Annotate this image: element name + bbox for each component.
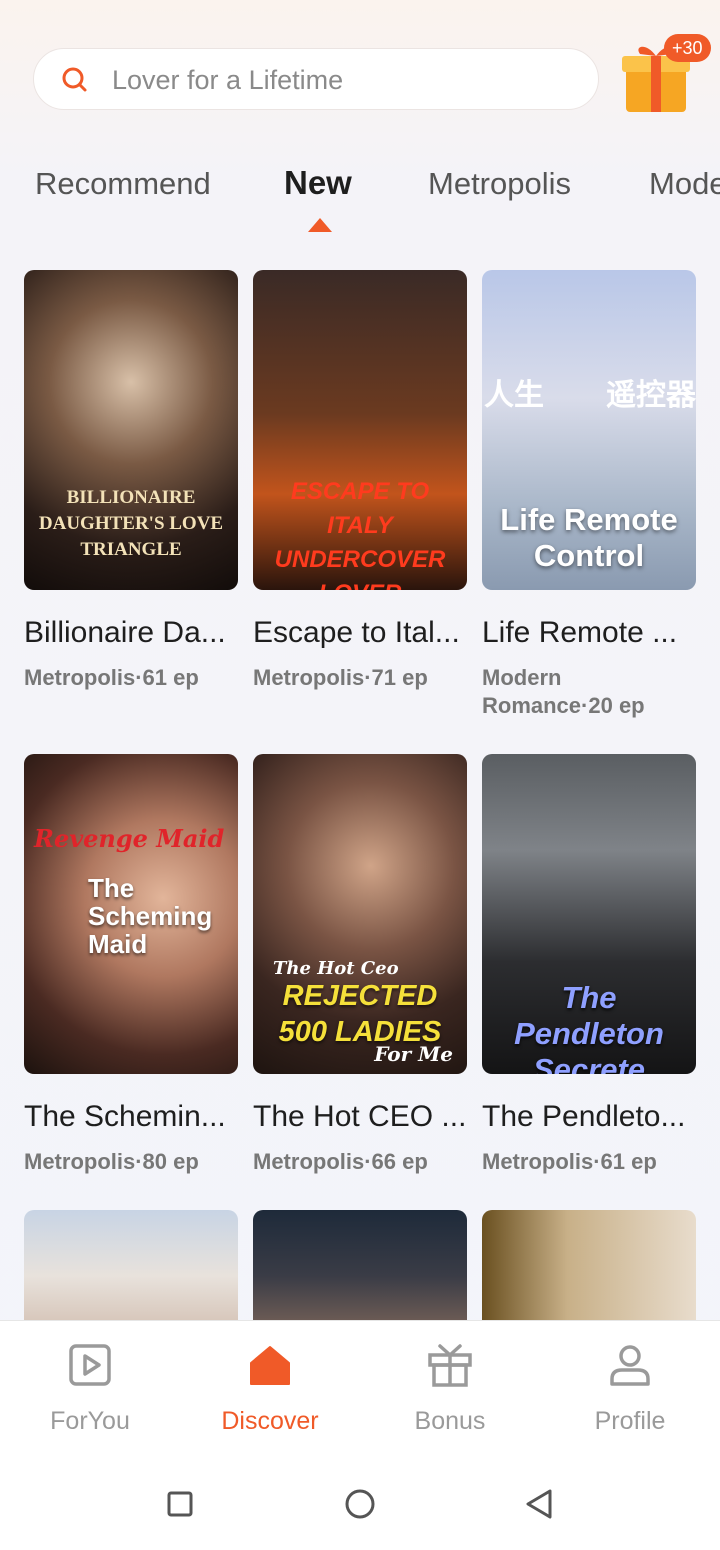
nav-profile[interactable]: Profile [540,1341,720,1436]
drama-card[interactable]: ESCAPE TO ITALY UNDERCOVER LOVER Escape … [253,270,467,692]
nav-label: ForYou [50,1407,130,1435]
tab-new[interactable]: New [284,164,352,202]
poster-image: 人生 遥控器 Life Remote Control [482,270,696,590]
card-meta: Metropolis·66 ep [253,1149,428,1174]
home-icon [250,1346,290,1385]
card-title: Life Remote ... [482,616,678,649]
search-icon [62,67,87,92]
search-bar[interactable] [33,48,599,110]
card-title: The Pendleto... [482,1100,686,1133]
home-circle-icon[interactable] [340,1484,380,1524]
card-meta: Metropolis·80 ep [24,1149,199,1174]
drama-card[interactable]: The Hot Ceo REJECTED 500 LADIES For Me T… [253,754,467,1176]
poster-title: The Scheming Maid [88,873,213,959]
category-tabs: Recommend New Metropolis Mode [0,160,720,240]
poster-image: BILLIONAIRE DAUGHTER'S LOVE TRIANGLE [24,270,238,590]
drama-card[interactable]: The Pendleton Secrete The Pendleto... Me… [482,754,696,1176]
drama-card-partial[interactable] [253,1210,467,1320]
gift-icon [428,1344,472,1387]
search-input[interactable] [110,59,584,101]
tab-metropolis[interactable]: Metropolis [428,166,571,202]
poster-title: The Pendleton Secrete [514,980,664,1074]
back-triangle-icon[interactable] [520,1484,560,1524]
nav-label: Profile [594,1407,666,1435]
card-meta: Modern Romance·20 ep [482,665,645,718]
drama-card[interactable]: BILLIONAIRE DAUGHTER'S LOVE TRIANGLE Bil… [24,270,238,692]
drama-card-partial[interactable] [24,1210,238,1320]
poster-image: Revenge Maid The Scheming Maid [24,754,238,1074]
poster-image: The Hot Ceo REJECTED 500 LADIES For Me [253,754,467,1074]
card-title: The Schemin... [24,1100,226,1133]
drama-card[interactable]: 人生 遥控器 Life Remote Control Life Remote .… [482,270,696,720]
nav-foryou[interactable]: ForYou [0,1341,180,1436]
nav-bonus[interactable]: Bonus [360,1341,540,1436]
nav-label: Discover [221,1407,319,1435]
nav-label: Bonus [414,1407,486,1435]
drama-card-partial[interactable] [482,1210,696,1320]
poster-cn-right: 遥控器 [606,378,696,413]
gift-badge: +30 [664,34,711,62]
play-square-icon [69,1344,111,1386]
drama-card[interactable]: Revenge Maid The Scheming Maid The Schem… [24,754,238,1176]
poster-title: Life Remote Control [500,502,678,573]
card-meta: Metropolis·61 ep [482,1149,657,1174]
nav-discover[interactable]: Discover [180,1341,360,1436]
poster-title: ESCAPE TO ITALY UNDERCOVER LOVER [274,478,446,590]
tab-modern[interactable]: Mode [649,166,720,202]
card-title: Billionaire Da... [24,616,226,649]
poster-script-2: For Me [374,1042,453,1066]
poster-image: The Pendleton Secrete [482,754,696,1074]
person-icon [610,1345,650,1386]
poster-title: REJECTED 500 LADIES [278,980,442,1048]
card-title: Escape to Ital... [253,616,460,649]
poster-title: BILLIONAIRE DAUGHTER'S LOVE TRIANGLE [38,487,224,560]
poster-script: Revenge Maid [34,824,225,853]
recent-apps-icon[interactable] [160,1484,200,1524]
system-nav-bar [0,1460,720,1549]
tab-recommend[interactable]: Recommend [35,166,211,202]
active-tab-indicator [308,218,332,232]
poster-image: ESCAPE TO ITALY UNDERCOVER LOVER [253,270,467,590]
card-title: The Hot CEO ... [253,1100,467,1133]
card-meta: Metropolis·61 ep [24,665,199,690]
card-meta: Metropolis·71 ep [253,665,428,690]
poster-script: The Hot Ceo [273,958,399,979]
